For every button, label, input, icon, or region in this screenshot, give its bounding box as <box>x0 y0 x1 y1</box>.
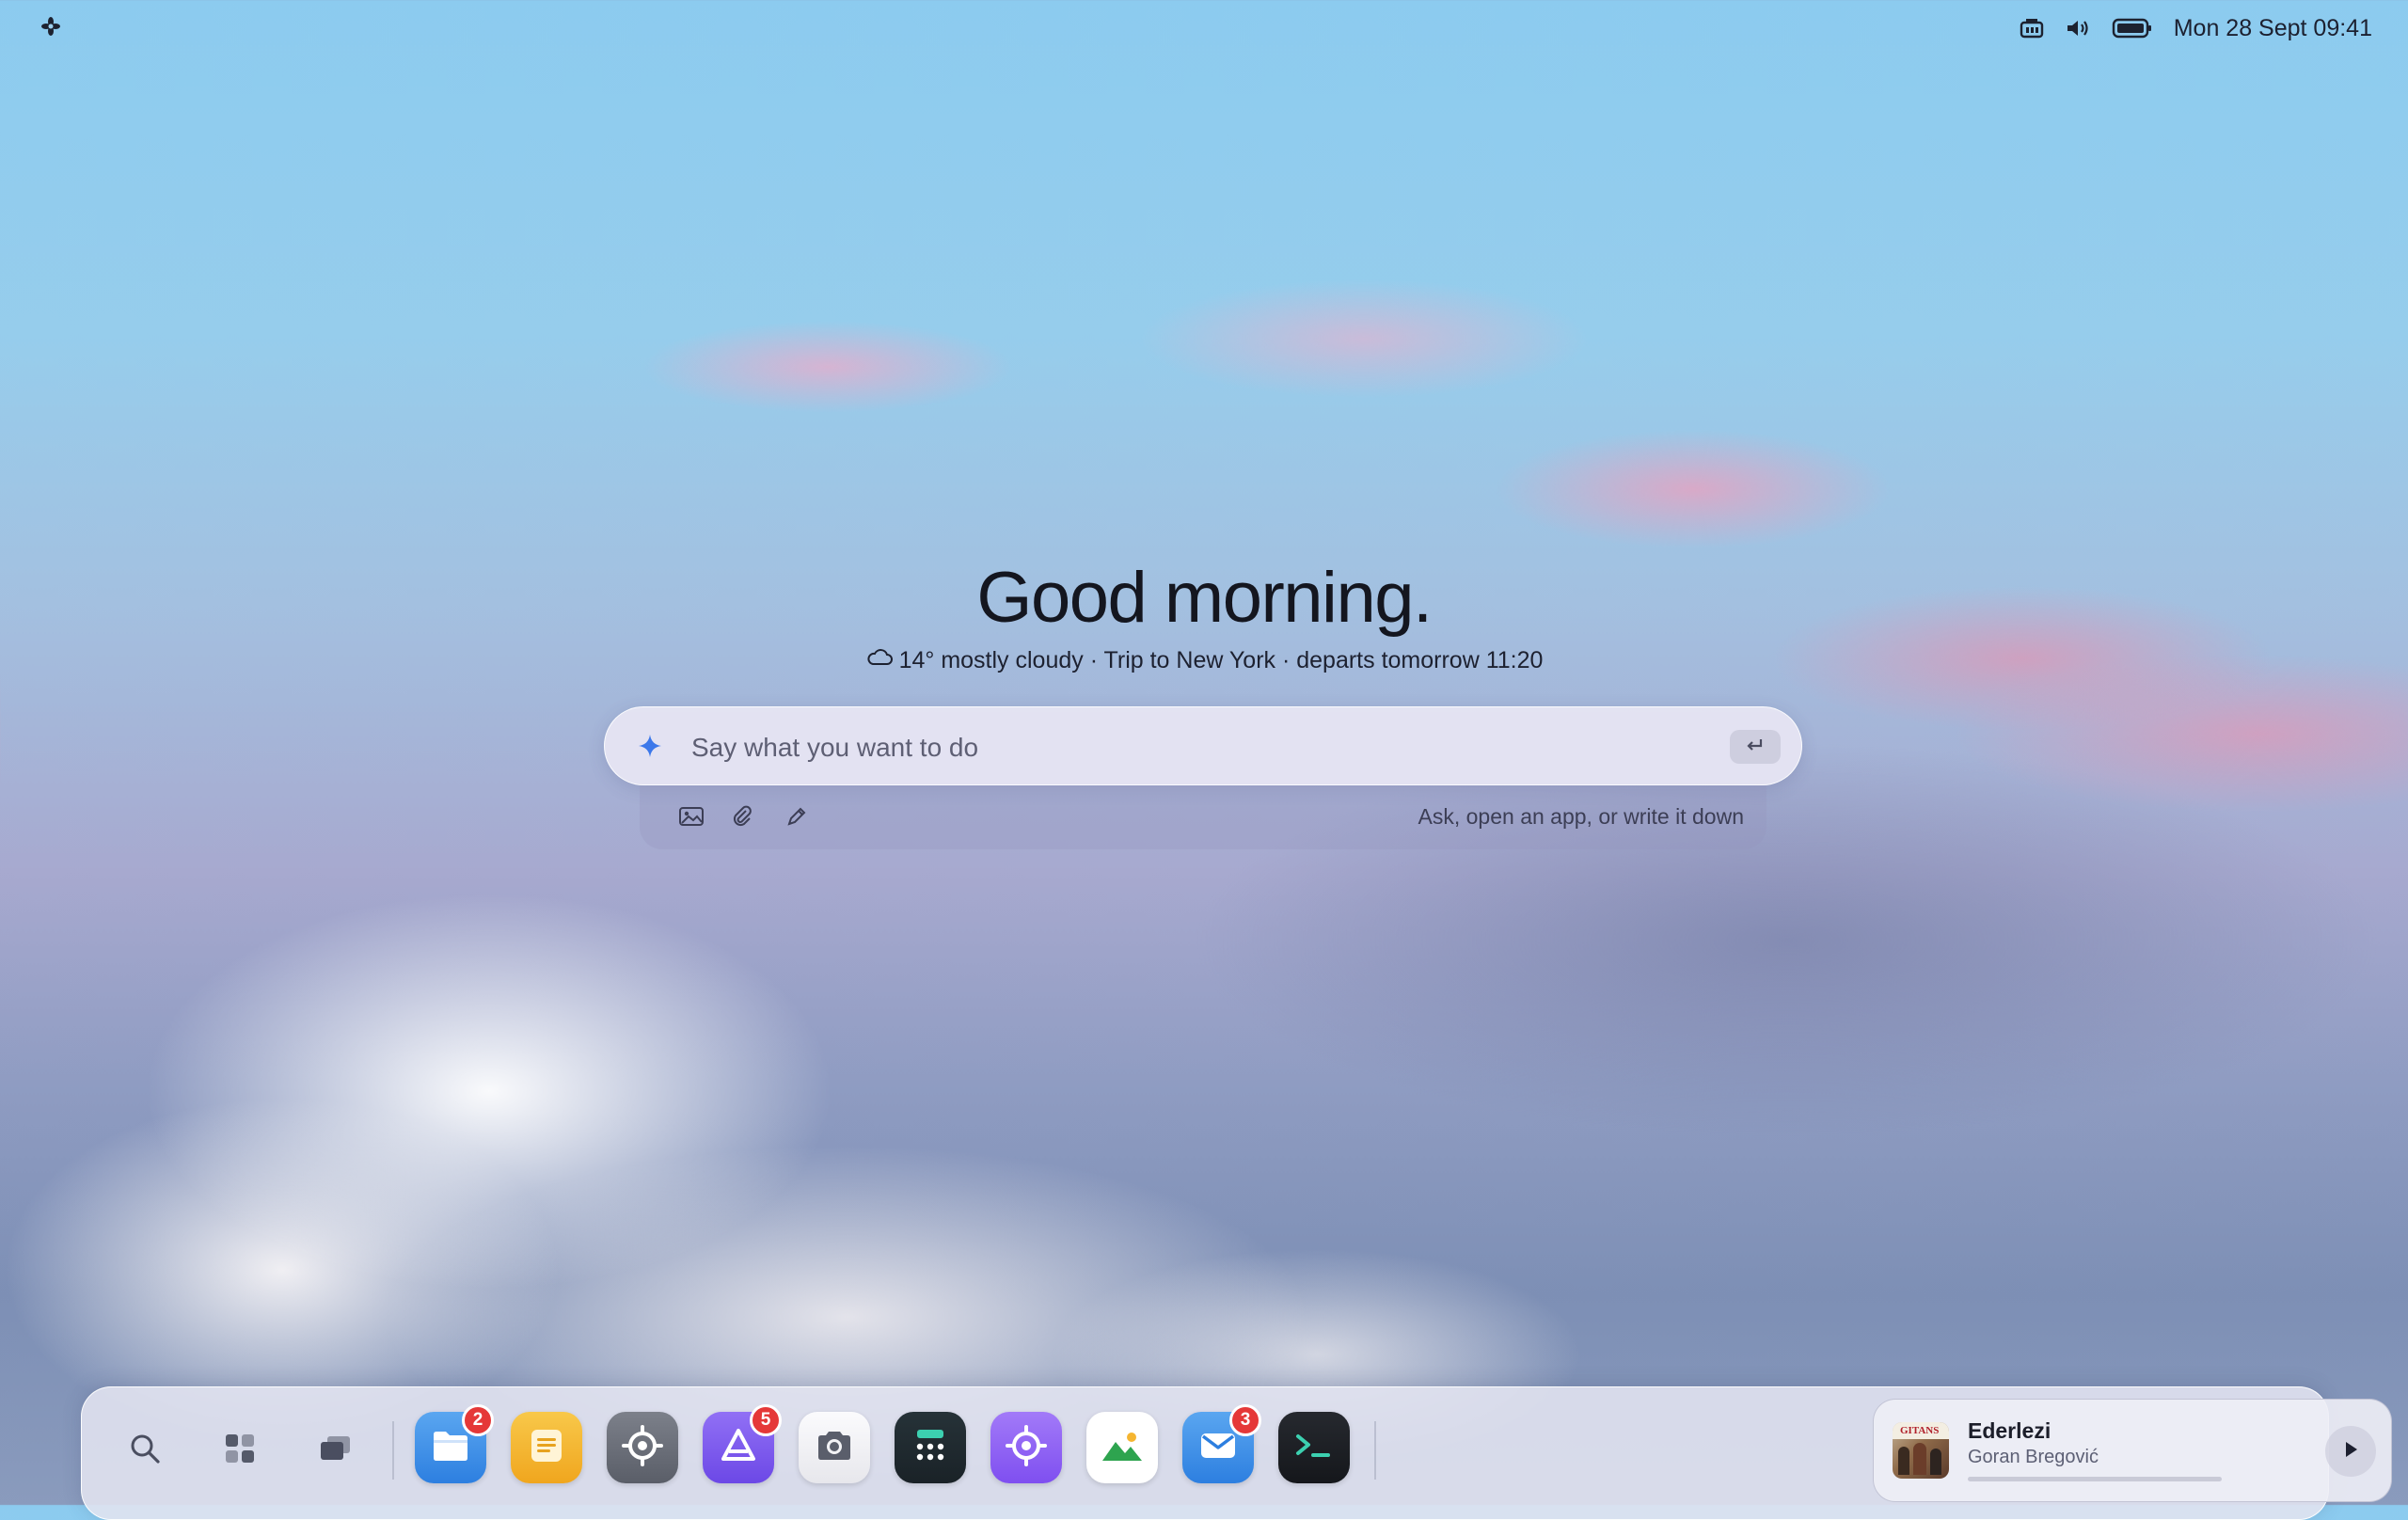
calculator-icon <box>910 1425 951 1471</box>
windows-icon <box>318 1433 354 1468</box>
terminal-icon <box>1292 1429 1336 1467</box>
dock-app-grid-button[interactable] <box>214 1425 265 1476</box>
top-bar: Mon 28 Sept 09:41 <box>0 0 2408 56</box>
submit-button[interactable] <box>1730 730 1781 764</box>
album-art-lettering: GITANS <box>1900 1425 1940 1436</box>
landscape-icon <box>1100 1427 1145 1469</box>
enter-icon <box>1745 736 1766 758</box>
track-artist: Goran Bregović <box>1968 1447 2099 1467</box>
play-button[interactable] <box>2325 1426 2376 1477</box>
album-cover[interactable]: GITANS <box>1893 1422 1949 1479</box>
mail-badge: 3 <box>1229 1404 1261 1436</box>
notes-icon <box>527 1426 566 1470</box>
battery-icon[interactable] <box>2112 17 2153 40</box>
play-icon <box>2341 1439 2360 1465</box>
mail-icon <box>1197 1429 1239 1467</box>
prompt-tools-tray: Ask, open an app, or write it down <box>640 785 1766 849</box>
dock-separator <box>392 1421 394 1480</box>
app-mail[interactable]: 3 <box>1182 1404 1261 1483</box>
media-player[interactable]: GITANS Ederlezi Goran Bregović <box>1873 1399 2392 1502</box>
app-photos[interactable] <box>1086 1412 1158 1483</box>
store-icon <box>718 1425 759 1471</box>
dock: 2 5 3 GITANS Ederlezi Goran Bregović <box>81 1386 2392 1520</box>
files-badge: 2 <box>462 1404 494 1436</box>
app-terminal[interactable] <box>1278 1412 1350 1483</box>
camera-icon <box>813 1427 856 1469</box>
app-maps[interactable] <box>990 1412 1062 1483</box>
store-badge: 5 <box>750 1404 782 1436</box>
dock-windows-button[interactable] <box>310 1425 361 1476</box>
pen-icon[interactable] <box>781 800 813 832</box>
sparkle-icon <box>637 733 663 764</box>
track-progress[interactable] <box>1968 1477 2222 1481</box>
app-store[interactable]: 5 <box>703 1404 782 1483</box>
assistant-prompt[interactable] <box>604 706 1802 785</box>
app-notes[interactable] <box>511 1412 582 1483</box>
gear-icon <box>621 1424 664 1472</box>
status-area: Mon 28 Sept 09:41 <box>2020 13 2372 43</box>
app-settings[interactable] <box>607 1412 678 1483</box>
app-calculator[interactable] <box>895 1412 966 1483</box>
system-logo-icon[interactable] <box>40 15 62 38</box>
summary-line: 14° mostly cloudy · Trip to New York · d… <box>0 647 2408 674</box>
cloud-icon <box>865 647 895 674</box>
track-title: Ederlezi <box>1968 1418 2052 1443</box>
location-icon <box>1004 1423 1049 1473</box>
prompt-input[interactable] <box>689 726 1653 769</box>
app-grid-icon <box>223 1432 257 1470</box>
volume-icon[interactable] <box>2065 17 2091 40</box>
folder-icon <box>430 1427 471 1469</box>
summary-text: 14° mostly cloudy · Trip to New York · d… <box>898 647 1544 673</box>
clock[interactable]: Mon 28 Sept 09:41 <box>2174 15 2372 42</box>
prompt-hint: Ask, open an app, or write it down <box>1418 804 1744 829</box>
dock-search-button[interactable] <box>119 1425 170 1476</box>
network-icon[interactable] <box>2020 17 2044 40</box>
dock-separator <box>1374 1421 1376 1480</box>
attachment-icon[interactable] <box>726 800 758 832</box>
image-icon[interactable] <box>675 800 707 832</box>
app-camera[interactable] <box>799 1412 870 1483</box>
greeting-heading: Good morning. <box>976 558 1433 638</box>
app-files[interactable]: 2 <box>415 1404 494 1483</box>
search-icon <box>127 1431 163 1471</box>
